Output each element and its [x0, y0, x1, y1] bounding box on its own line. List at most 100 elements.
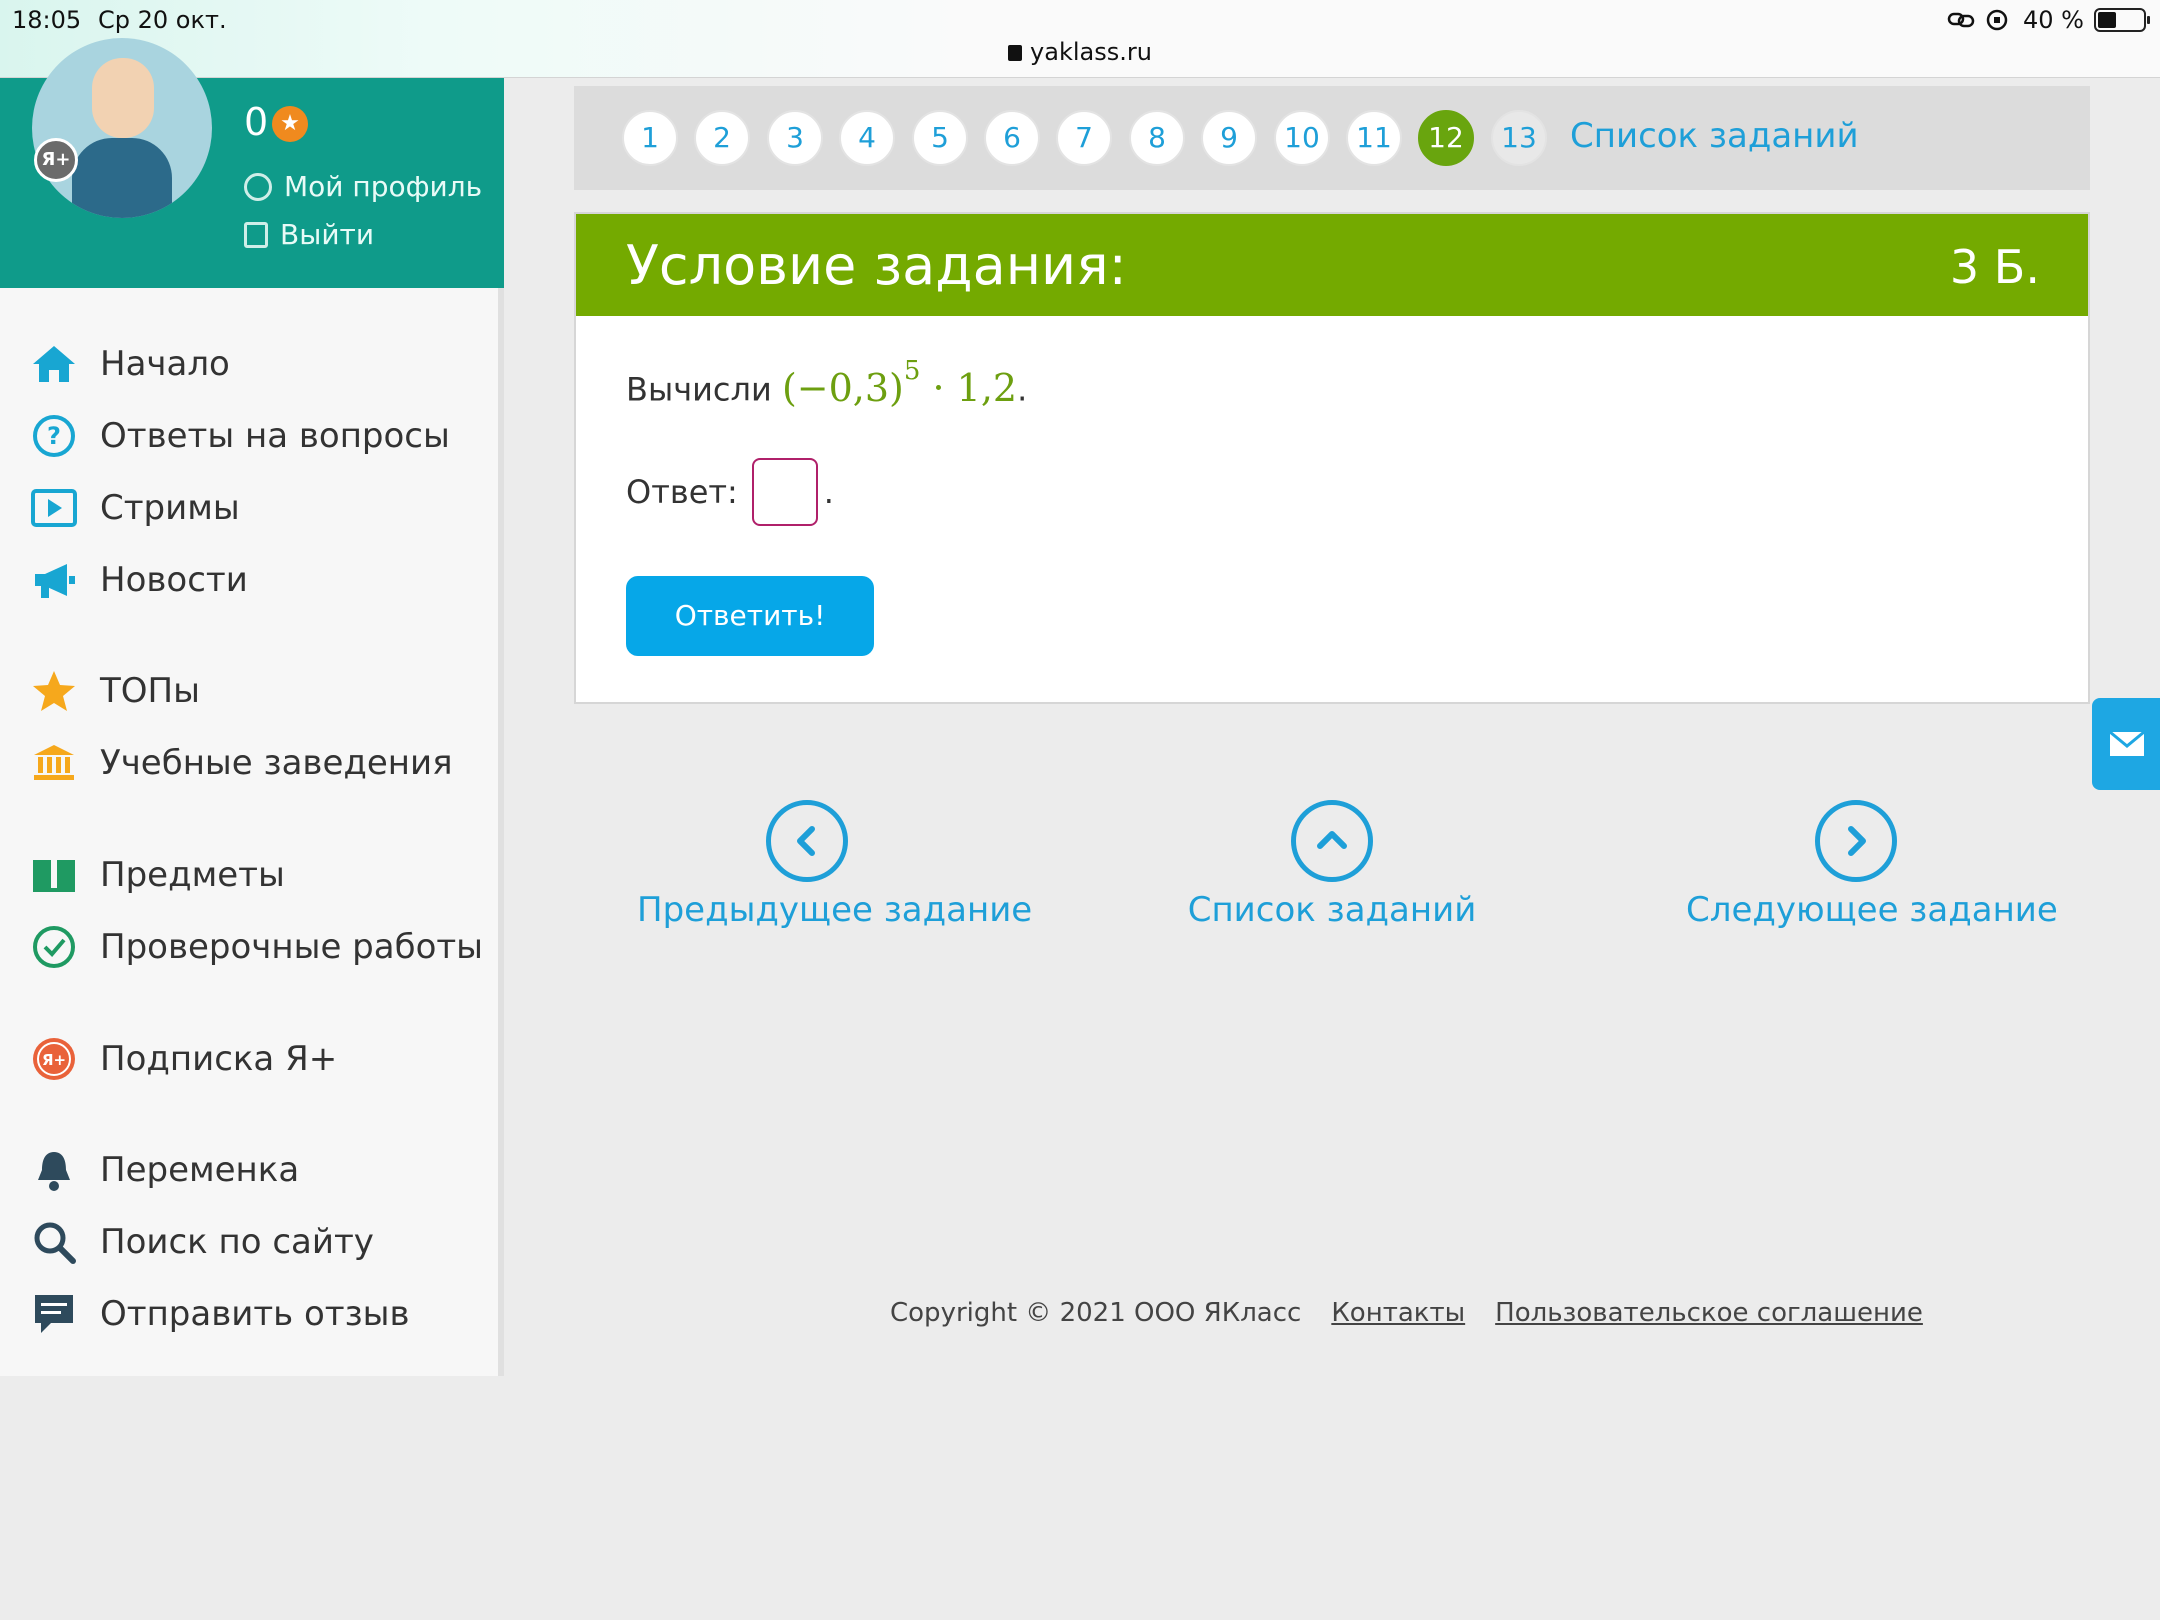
- chevron-left-icon: [766, 800, 848, 882]
- sidebar-item-break[interactable]: Переменка: [30, 1144, 299, 1196]
- stream-icon: [30, 484, 78, 532]
- task-number-button[interactable]: 3: [767, 110, 823, 166]
- battery-percent: 40 %: [2023, 6, 2084, 34]
- task-list-link[interactable]: Список заданий: [1570, 116, 1859, 156]
- prev-task-label: Предыдущее задание: [637, 890, 1033, 930]
- sidebar-item-label: Ответы на вопросы: [100, 416, 450, 456]
- svg-text:?: ?: [47, 422, 61, 450]
- sidebar-item-news[interactable]: Новости: [30, 554, 248, 606]
- feedback-icon: [30, 1290, 78, 1338]
- question-text: Вычисли (−0,3)5 · 1,2.: [626, 356, 1028, 410]
- status-bar: 18:05 Ср 20 окт. 40 % yaklass.ru: [0, 0, 2160, 78]
- points-star-icon: ★: [272, 106, 308, 142]
- task-header: Условие задания: 3 Б.: [576, 214, 2088, 316]
- feedback-mail-tab[interactable]: [2092, 698, 2160, 790]
- logout-link[interactable]: Выйти: [244, 218, 374, 251]
- megaphone-icon: [30, 556, 78, 604]
- answer-input[interactable]: [751, 458, 818, 526]
- url-text: yaklass.ru: [1030, 38, 1152, 66]
- prev-task-nav[interactable]: Предыдущее задание: [637, 800, 1033, 930]
- copyright-text: Copyright © 2021 ООО ЯКласс: [890, 1298, 1302, 1328]
- search-icon: [30, 1218, 78, 1266]
- star-icon: [30, 667, 78, 715]
- task-list-nav[interactable]: Список заданий: [1162, 800, 1502, 930]
- sidebar-item-feedback[interactable]: Отправить отзыв: [30, 1288, 410, 1340]
- points-count: 0: [244, 100, 269, 144]
- home-icon: [30, 340, 78, 388]
- profile-panel: Я+ 0 ★ Мой профиль Выйти: [0, 38, 504, 288]
- task-number-button[interactable]: 11: [1346, 110, 1402, 166]
- math-expression: (−0,3)5 · 1,2: [782, 356, 1018, 410]
- subscription-icon: Я+: [30, 1035, 78, 1083]
- sidebar-item-home[interactable]: Начало: [30, 338, 230, 390]
- task-number-button[interactable]: 1: [622, 110, 678, 166]
- task-points: 3 Б.: [1949, 240, 2040, 294]
- status-indicators: 40 %: [1947, 6, 2150, 34]
- submit-answer-button[interactable]: Ответить!: [626, 576, 874, 656]
- sidebar-item-tests[interactable]: Проверочные работы: [30, 921, 483, 973]
- chevron-up-icon: [1291, 800, 1373, 882]
- url-bar[interactable]: yaklass.ru: [0, 38, 2160, 66]
- sidebar-item-label: Проверочные работы: [100, 927, 484, 967]
- profile-icon: [244, 172, 272, 201]
- task-number-nav: 1 2 3 4 5 6 7 8 9 10 11 12 13 Список зад…: [574, 86, 2090, 190]
- agreement-link[interactable]: Пользовательское соглашение: [1495, 1298, 1923, 1328]
- sidebar-item-label: Новости: [100, 560, 248, 600]
- expr-rest: · 1,2: [920, 365, 1018, 410]
- battery-icon: [2094, 8, 2150, 32]
- sidebar-item-schools[interactable]: Учебные заведения: [30, 737, 453, 789]
- task-number-button-active[interactable]: 12: [1418, 110, 1474, 166]
- status-date: Ср 20 окт.: [98, 6, 227, 34]
- next-task-label: Следующее задание: [1686, 890, 2058, 930]
- task-title: Условие задания:: [626, 234, 1127, 297]
- my-profile-link[interactable]: Мой профиль: [244, 170, 482, 203]
- task-number-button[interactable]: 4: [839, 110, 895, 166]
- sidebar-item-label: Переменка: [100, 1150, 300, 1190]
- task-number-button[interactable]: 5: [912, 110, 968, 166]
- avatar[interactable]: [32, 38, 212, 218]
- sidebar-item-answers[interactable]: ? Ответы на вопросы: [30, 410, 450, 462]
- link-icon: [1947, 8, 1975, 32]
- answer-row: Ответ: .: [626, 458, 834, 526]
- sidebar-item-subjects[interactable]: Предметы: [30, 849, 285, 901]
- school-icon: [30, 739, 78, 787]
- task-number-button[interactable]: 2: [694, 110, 750, 166]
- task-number-button[interactable]: 6: [984, 110, 1040, 166]
- next-task-nav[interactable]: Следующее задание: [1686, 800, 2058, 930]
- question-prefix: Вычисли: [626, 370, 772, 409]
- task-number-button[interactable]: 13: [1491, 110, 1547, 166]
- sidebar-item-label: Начало: [100, 344, 230, 384]
- my-profile-label: Мой профиль: [284, 170, 483, 203]
- sidebar-item-streams[interactable]: Стримы: [30, 482, 240, 534]
- sidebar-item-search[interactable]: Поиск по сайту: [30, 1216, 374, 1268]
- logout-icon: [244, 221, 268, 248]
- task-number-button[interactable]: 8: [1129, 110, 1185, 166]
- svg-text:Я+: Я+: [42, 1051, 66, 1069]
- orientation-lock-icon: [1985, 8, 2013, 32]
- sidebar-item-label: Стримы: [100, 488, 240, 528]
- chevron-right-icon: [1815, 800, 1897, 882]
- answer-label: Ответ:: [626, 473, 738, 511]
- check-icon: [30, 923, 78, 971]
- bell-icon: [30, 1146, 78, 1194]
- sidebar-item-label: Отправить отзыв: [100, 1294, 410, 1334]
- yaplus-badge: Я+: [34, 138, 78, 182]
- sidebar-item-label: Учебные заведения: [100, 743, 453, 783]
- task-number-button[interactable]: 7: [1056, 110, 1112, 166]
- mail-icon: [2109, 730, 2145, 756]
- footer: Copyright © 2021 ООО ЯКласс Контакты Пол…: [890, 1298, 1923, 1328]
- task-number-button[interactable]: 10: [1274, 110, 1330, 166]
- sidebar-item-label: Подписка Я+: [100, 1039, 338, 1079]
- sidebar-item-tops[interactable]: ТОПы: [30, 665, 200, 717]
- status-time: 18:05: [12, 6, 82, 34]
- sidebar: Я+ 0 ★ Мой профиль Выйти Начало ? Ответы…: [0, 38, 504, 1376]
- question-icon: ?: [30, 412, 78, 460]
- sidebar-item-subscription[interactable]: Я+ Подписка Я+: [30, 1033, 337, 1085]
- contacts-link[interactable]: Контакты: [1331, 1298, 1465, 1328]
- task-number-button[interactable]: 9: [1201, 110, 1257, 166]
- sidebar-item-label: Предметы: [100, 855, 285, 895]
- sidebar-item-label: Поиск по сайту: [100, 1222, 374, 1262]
- lock-icon: [1008, 45, 1023, 61]
- expr-exponent: 5: [903, 356, 921, 386]
- logout-label: Выйти: [280, 218, 375, 251]
